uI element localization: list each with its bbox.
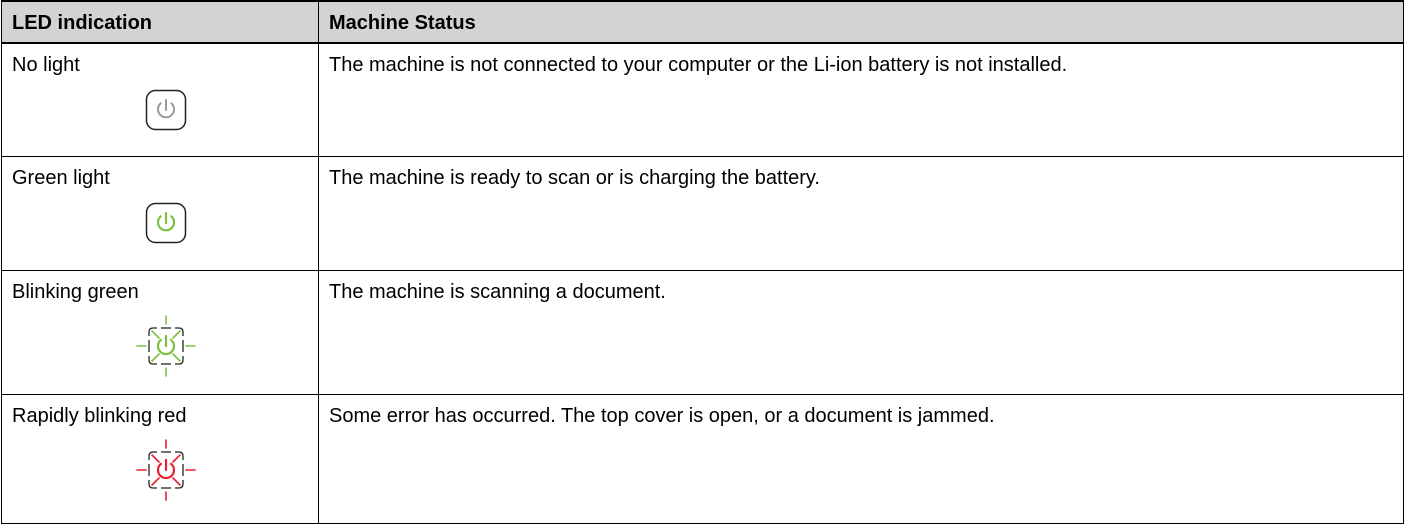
power-led-off-icon [145, 89, 187, 131]
table-row: Blinking green The machine is scanning a… [1, 269, 1404, 395]
table-row: No light The machine is not connected to… [1, 42, 1404, 157]
led-indication-label: Blinking green [12, 280, 139, 303]
machine-status-cell: The machine is ready to scan or is charg… [318, 155, 1404, 271]
led-indication-cell: No light [1, 42, 319, 157]
led-indication-label: Green light [12, 166, 110, 189]
header-machine-status: Machine Status [318, 0, 1404, 44]
machine-status-cell: The machine is not connected to your com… [318, 42, 1404, 157]
machine-status-cell: Some error has occurred. The top cover i… [318, 393, 1404, 524]
power-led-blinking-green-icon [136, 314, 196, 377]
led-indication-cell: Rapidly blinking red [1, 393, 319, 524]
power-led-blinking-red-icon [136, 438, 196, 501]
led-indication-cell: Blinking green [1, 269, 319, 395]
power-led-green-icon [145, 202, 187, 243]
led-indication-label: No light [12, 54, 80, 76]
table-row: Green light The machine is ready to scan… [1, 155, 1404, 271]
led-indication-label: Rapidly blinking red [12, 404, 187, 427]
led-indication-cell: Green light [1, 155, 319, 271]
header-led-indication: LED indication [1, 0, 319, 44]
table-row: Rapidly blinking red Some error has occu… [1, 393, 1404, 524]
led-status-table: LED indication Machine Status No light T… [1, 0, 1404, 524]
table-header-row: LED indication Machine Status [1, 0, 1404, 44]
machine-status-cell: The machine is scanning a document. [318, 269, 1404, 395]
